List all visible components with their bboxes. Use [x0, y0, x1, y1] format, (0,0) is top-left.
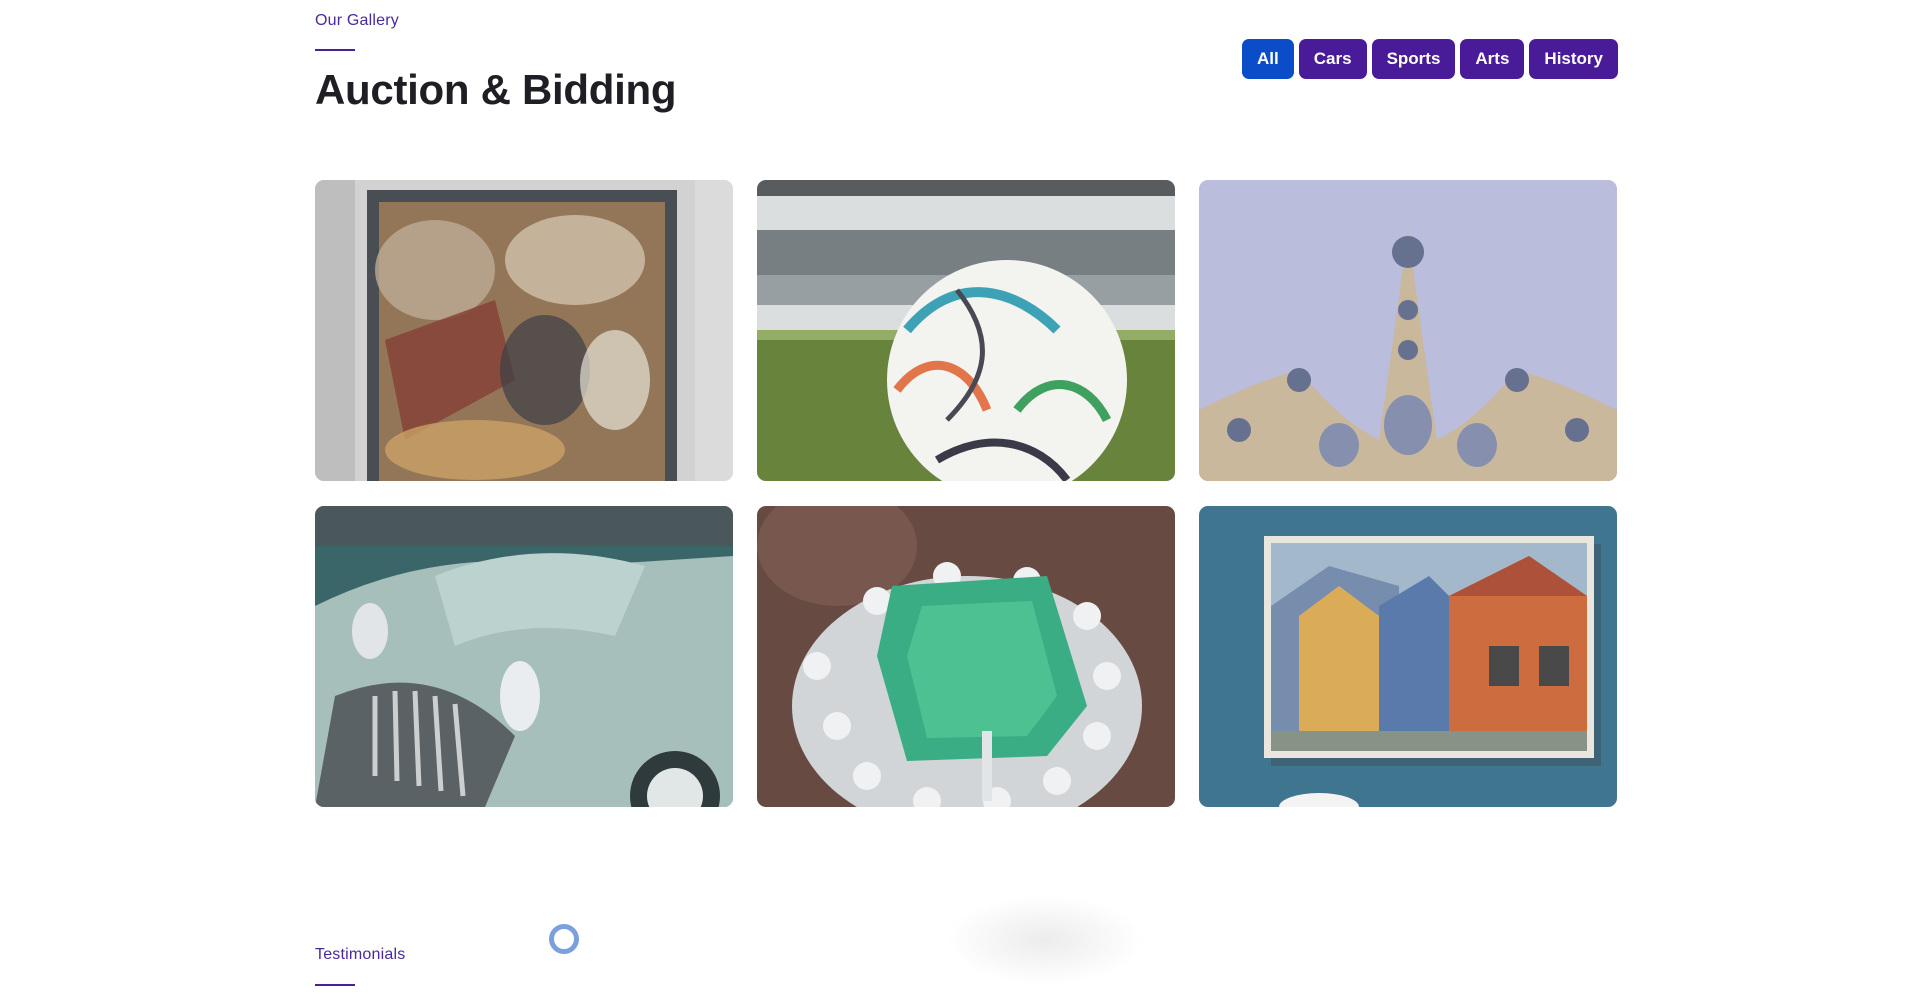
filter-cars-button[interactable]: Cars: [1298, 39, 1367, 79]
testimonial-card-shadow: [945, 895, 1145, 985]
loading-spinner-icon: [549, 924, 579, 954]
gallery-item-tiara[interactable]: [1199, 180, 1617, 481]
vintage-car-image: [315, 506, 733, 807]
gallery-item-vintage-car[interactable]: [315, 506, 733, 807]
category-filters: All Cars Sports Arts History: [1242, 39, 1618, 79]
filter-all-button[interactable]: All: [1242, 39, 1294, 79]
emerald-ring-image: [757, 506, 1175, 807]
page-title: Auction & Bidding: [315, 66, 677, 113]
soccer-ball-image: [757, 180, 1175, 481]
gallery-item-soccer-ball[interactable]: [757, 180, 1175, 481]
filter-sports-button[interactable]: Sports: [1371, 39, 1456, 79]
testimonials-eyebrow-underline: [315, 984, 355, 986]
gallery-eyebrow-underline: [315, 49, 355, 51]
street-painting-image: [1199, 506, 1617, 807]
filter-arts-button[interactable]: Arts: [1460, 39, 1525, 79]
gallery-eyebrow: Our Gallery: [315, 12, 399, 29]
gallery-item-emerald-ring[interactable]: [757, 506, 1175, 807]
gallery-item-street-painting[interactable]: [1199, 506, 1617, 807]
gallery-grid: [315, 180, 1618, 807]
testimonials-eyebrow: Testimonials: [315, 946, 406, 963]
tiara-image: [1199, 180, 1617, 481]
gallery-item-painting[interactable]: [315, 180, 733, 481]
filter-history-button[interactable]: History: [1529, 39, 1618, 79]
painting-image: [315, 180, 733, 481]
